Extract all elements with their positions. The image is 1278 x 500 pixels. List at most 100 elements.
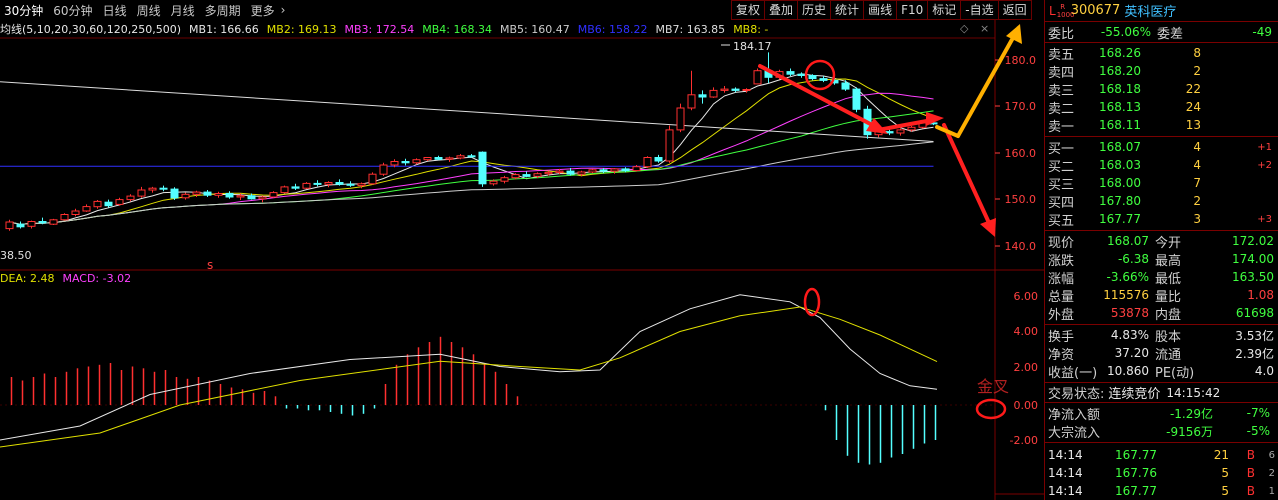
- bid-vol: 7: [1193, 176, 1201, 190]
- quote-value: 61698: [1235, 306, 1274, 320]
- back-button[interactable]: 返回: [997, 0, 1032, 20]
- candle-body: [82, 206, 91, 212]
- ask-price: 168.11: [1099, 118, 1141, 132]
- weicha-label: 委差: [1157, 26, 1184, 42]
- finance-label: 股本: [1155, 329, 1182, 345]
- period-multi[interactable]: 多周期: [201, 2, 247, 19]
- flow-label: 大宗流入: [1048, 425, 1101, 441]
- candle-body: [346, 183, 355, 186]
- stock-name[interactable]: 英科医疗: [1124, 1, 1176, 20]
- flow-row: 大宗流入 -9156万 -5%: [1045, 422, 1278, 441]
- bid-chg: +3: [1257, 213, 1272, 225]
- quote-value: 163.50: [1232, 270, 1274, 284]
- candle-body: [720, 88, 729, 91]
- candle-body: [786, 71, 795, 75]
- ma-legend-item: MB2: 169.13: [266, 22, 337, 36]
- candle-body: [115, 199, 124, 205]
- finance-row: 净资 37.20 流通 2.39亿: [1045, 344, 1278, 363]
- bid-label: 买五: [1048, 213, 1075, 229]
- quote-label: 现价: [1048, 235, 1075, 251]
- stock-title: L R 1000 300677 英科医疗: [1045, 0, 1278, 22]
- dea-line: [0, 306, 938, 448]
- quote-label: 外盘: [1048, 307, 1075, 323]
- draw-line-button[interactable]: 画线: [863, 0, 898, 20]
- trade-time: 14:14: [1048, 448, 1083, 462]
- trade-count: 2: [1268, 467, 1275, 479]
- finance-value: 10.860: [1107, 364, 1149, 378]
- ask-row[interactable]: 卖一 168.11 13: [1045, 116, 1278, 135]
- candle-body: [632, 166, 641, 172]
- ask-row[interactable]: 卖四 168.20 2: [1045, 62, 1278, 81]
- mark-button[interactable]: 标记: [927, 0, 962, 20]
- candle-body: [258, 196, 267, 200]
- macd-axis-tick: 4.00: [1014, 325, 1039, 338]
- candle-body: [467, 155, 476, 158]
- ask-row[interactable]: 卖五 168.26 8: [1045, 44, 1278, 63]
- macd-histogram: [10, 336, 937, 465]
- candle-body: [687, 94, 696, 109]
- quote-value: -6.38: [1117, 252, 1149, 266]
- history-button[interactable]: 历史: [797, 0, 832, 20]
- bid-row[interactable]: 买二 168.03 4 +2: [1045, 156, 1278, 175]
- bid-row[interactable]: 买四 167.80 2: [1045, 192, 1278, 211]
- trade-price: 167.77: [1115, 448, 1157, 462]
- overlay-button[interactable]: 叠加: [764, 0, 799, 20]
- quote-label: 总量: [1048, 289, 1075, 305]
- close-icon[interactable]: ×: [980, 22, 989, 35]
- ask-label: 卖二: [1048, 101, 1075, 117]
- candle-body: [214, 193, 223, 196]
- remove-watchlist-button[interactable]: -自选: [960, 0, 999, 20]
- ask-vol: 13: [1185, 118, 1201, 132]
- period-daily[interactable]: 日线: [99, 2, 133, 19]
- bid-row[interactable]: 买五 167.77 3 +3: [1045, 210, 1278, 229]
- macd-axis-tick: 0.00: [1014, 399, 1039, 412]
- bid-row[interactable]: 买三 168.00 7: [1045, 174, 1278, 193]
- more-chevron-icon[interactable]: ›: [281, 3, 286, 17]
- bid-label: 买二: [1048, 159, 1075, 175]
- candle-body: [423, 157, 432, 161]
- period-monthly[interactable]: 月线: [167, 2, 201, 19]
- candle-body: [808, 75, 817, 80]
- period-more[interactable]: 更多: [247, 2, 281, 19]
- quote-label: 涨跌: [1048, 253, 1075, 269]
- candle-body: [599, 169, 608, 172]
- settings-diamond-icon[interactable]: ◇: [960, 22, 968, 35]
- bid-price: 167.77: [1099, 212, 1141, 226]
- ask-label: 卖四: [1048, 65, 1075, 81]
- period-30min[interactable]: 30分钟: [0, 2, 49, 19]
- weibi-row: 委比 -55.06% 委差 -49: [1045, 22, 1278, 43]
- candle-body: [71, 210, 80, 215]
- flow-value: -9156万: [1166, 424, 1213, 439]
- candle-body: [511, 174, 520, 179]
- ask-row[interactable]: 卖三 168.18 22: [1045, 80, 1278, 99]
- trade-status-row: 交易状态: 连续竞价 14:15:42: [1045, 383, 1278, 403]
- trade-row: 14:14 167.77 5 B 1: [1045, 482, 1278, 500]
- bid-row[interactable]: 买一 168.07 4 +1: [1045, 138, 1278, 157]
- statistics-button[interactable]: 统计: [830, 0, 865, 20]
- ma-legend-item: MB1: 166.66: [189, 22, 259, 36]
- candle-body: [302, 182, 311, 189]
- finance-row: 换手 4.83% 股本 3.53亿: [1045, 326, 1278, 345]
- trade-status-time: 14:15:42: [1166, 385, 1221, 400]
- period-weekly[interactable]: 周线: [133, 2, 167, 19]
- finance-value: 3.53亿: [1235, 328, 1274, 343]
- quote-value: 168.07: [1107, 234, 1149, 248]
- kline-chart[interactable]: 180.0 170.0 160.0 150.0 140.0 6.00 4.00 …: [0, 0, 1044, 500]
- ma-line: [9, 110, 934, 225]
- bid-price: 167.80: [1099, 194, 1141, 208]
- quote-value: 115576: [1103, 288, 1149, 302]
- quote-value: 53878: [1110, 306, 1149, 320]
- stock-code: 300677: [1070, 3, 1121, 18]
- restore-rights-button[interactable]: 复权: [731, 0, 766, 20]
- bid-chg: +2: [1257, 159, 1272, 171]
- candle-body: [566, 170, 575, 175]
- ask-label: 卖一: [1048, 119, 1075, 135]
- ma-legend-item: MB8: -: [733, 22, 769, 36]
- period-60min[interactable]: 60分钟: [49, 2, 98, 19]
- quote-value: 1.08: [1247, 288, 1274, 302]
- ask-row[interactable]: 卖二 168.13 24: [1045, 98, 1278, 117]
- s-marker: s: [207, 258, 213, 272]
- f10-button[interactable]: F10: [896, 0, 929, 20]
- chart-toolbar: 复权 叠加 历史 统计 画线 F10 标记 -自选 返回: [731, 0, 1044, 20]
- chart-options: ◇ ×: [960, 22, 989, 35]
